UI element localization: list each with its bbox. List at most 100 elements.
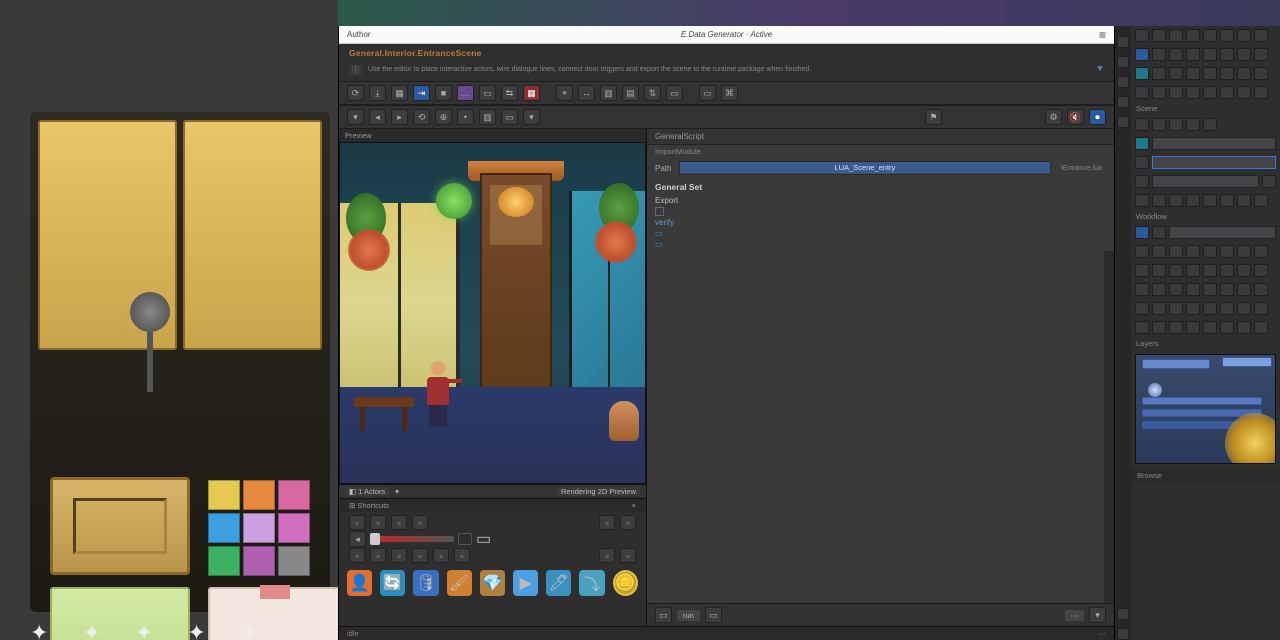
toolbar-button[interactable]: ▸ [391, 109, 408, 125]
dock-btn[interactable] [1169, 86, 1183, 99]
coin-icon[interactable]: 🪙 [613, 570, 638, 596]
brush-icon[interactable]: 🖊 [546, 570, 571, 596]
cylinder-icon[interactable]: 🛢 [413, 570, 438, 596]
dock-btn[interactable] [1135, 194, 1149, 207]
dock-btn[interactable] [1135, 118, 1149, 131]
toolbar-button[interactable]: ▭ [699, 85, 716, 101]
dock-btn[interactable] [1237, 245, 1251, 258]
dock-btn[interactable] [1135, 264, 1149, 277]
toolbar-button[interactable]: … [457, 85, 474, 101]
dock-btn[interactable] [1254, 321, 1268, 334]
viewport-tab[interactable]: Preview [339, 129, 646, 142]
toolbar-button[interactable]: ⟲ [413, 109, 430, 125]
dock-btn[interactable] [1169, 283, 1183, 296]
console-button[interactable]: ▫ [412, 548, 428, 563]
footer-btn[interactable]: ▭ [705, 607, 722, 623]
render-mode[interactable]: Rendering 2D Preview [557, 487, 640, 496]
toolbar-button[interactable]: ▾ [347, 109, 364, 125]
dock-btn[interactable] [1186, 29, 1200, 42]
gutter-btn[interactable] [1117, 96, 1129, 108]
console-button[interactable]: ▫ [349, 548, 365, 563]
dock-btn[interactable] [1237, 321, 1251, 334]
dock-btn[interactable] [1220, 67, 1234, 80]
footer-btn[interactable]: ▾ [1089, 607, 1106, 623]
dock-btn[interactable] [1169, 67, 1183, 80]
dock-btn[interactable] [1220, 29, 1234, 42]
dock-btn[interactable] [1135, 86, 1149, 99]
dock-btn[interactable] [1203, 245, 1217, 258]
dock-btn[interactable] [1152, 226, 1166, 239]
dock-btn[interactable] [1169, 48, 1183, 61]
scene-viewport[interactable] [339, 142, 646, 484]
toolbar-button[interactable]: ▤ [622, 85, 639, 101]
console-button[interactable]: ▫ [391, 548, 407, 563]
dock-btn[interactable] [1152, 321, 1166, 334]
dock-btn[interactable] [1203, 67, 1217, 80]
dock-btn[interactable] [1169, 264, 1183, 277]
dock-btn[interactable] [1152, 194, 1166, 207]
toolbar-button[interactable]: • [457, 109, 474, 125]
dock-btn[interactable] [1135, 283, 1149, 296]
dock-btn[interactable] [1186, 264, 1200, 277]
dock-btn[interactable] [1237, 86, 1251, 99]
toolbar-button[interactable]: ⟳ [347, 85, 364, 101]
dock-btn[interactable] [1262, 175, 1276, 188]
dock-btn[interactable] [1220, 86, 1234, 99]
status-right[interactable]: ⋯ [1099, 629, 1107, 638]
slider-marker[interactable] [458, 533, 472, 545]
console-tab[interactable]: ⊞ Shortcuts × [339, 499, 646, 512]
dock-btn[interactable] [1169, 321, 1183, 334]
dock-btn[interactable] [1152, 86, 1166, 99]
dock-btn[interactable] [1203, 321, 1217, 334]
dock-btn[interactable] [1152, 67, 1166, 80]
console-button[interactable]: ▫ [620, 548, 636, 563]
dock-btn[interactable] [1254, 302, 1268, 315]
dock-btn[interactable] [1169, 302, 1183, 315]
toolbar-record-icon[interactable]: ⏺ [1089, 109, 1106, 125]
gutter-btn[interactable] [1117, 76, 1129, 88]
console-button[interactable]: ▫ [454, 548, 470, 563]
toolbar-button[interactable]: ▾ [523, 109, 540, 125]
dock-btn[interactable] [1135, 302, 1149, 315]
play-icon[interactable]: ▶ [513, 570, 538, 596]
toolbar-button[interactable]: ▭ [501, 109, 518, 125]
dock-btn[interactable] [1203, 264, 1217, 277]
dock-btn[interactable] [1237, 264, 1251, 277]
dock-field[interactable] [1152, 175, 1259, 188]
dock-btn[interactable] [1186, 118, 1200, 131]
dock-btn[interactable] [1152, 118, 1166, 131]
dock-btn[interactable] [1254, 67, 1268, 80]
path-input[interactable]: LUA_Scene_entry [679, 161, 1051, 175]
dock-btn[interactable] [1237, 302, 1251, 315]
dock-btn[interactable] [1203, 29, 1217, 42]
dock-btn[interactable] [1237, 194, 1251, 207]
dock-btn[interactable] [1135, 48, 1149, 61]
console-button[interactable]: ▫ [620, 515, 636, 530]
push-icon[interactable]: ⤵ [579, 570, 604, 596]
toolbar-button[interactable]: ↔ [578, 85, 595, 101]
person-icon[interactable]: 👤 [347, 570, 372, 596]
gutter-btn[interactable] [1117, 116, 1129, 128]
dock-btn[interactable] [1254, 29, 1268, 42]
toolbar-button[interactable]: ■ [435, 85, 452, 101]
dock-btn[interactable] [1220, 245, 1234, 258]
console-button[interactable]: ▫ [599, 548, 615, 563]
footer-more[interactable]: ⋯ [1065, 610, 1085, 621]
run-button[interactable]: run [677, 610, 700, 621]
toolbar-mute-icon[interactable]: 🔇 [1067, 109, 1084, 125]
dock-btn[interactable] [1186, 48, 1200, 61]
dock-btn[interactable] [1152, 245, 1166, 258]
dock-btn[interactable] [1186, 245, 1200, 258]
dock-btn[interactable] [1254, 245, 1268, 258]
window-titlebar[interactable]: Author E.Data Generator · Active ≡ [339, 26, 1114, 44]
console-button[interactable]: ▫ [349, 515, 365, 530]
dock-btn[interactable] [1152, 302, 1166, 315]
scrollbar[interactable] [1104, 251, 1114, 603]
console-button[interactable]: ▫ [370, 548, 386, 563]
dock-btn[interactable] [1254, 48, 1268, 61]
collapse-icon[interactable]: ⯆ [1096, 64, 1104, 75]
toolbar-button[interactable]: ▥ [600, 85, 617, 101]
console-button[interactable]: ▫ [599, 515, 615, 530]
dock-btn[interactable] [1203, 118, 1217, 131]
toolbar-button[interactable]: ⊕ [435, 109, 452, 125]
